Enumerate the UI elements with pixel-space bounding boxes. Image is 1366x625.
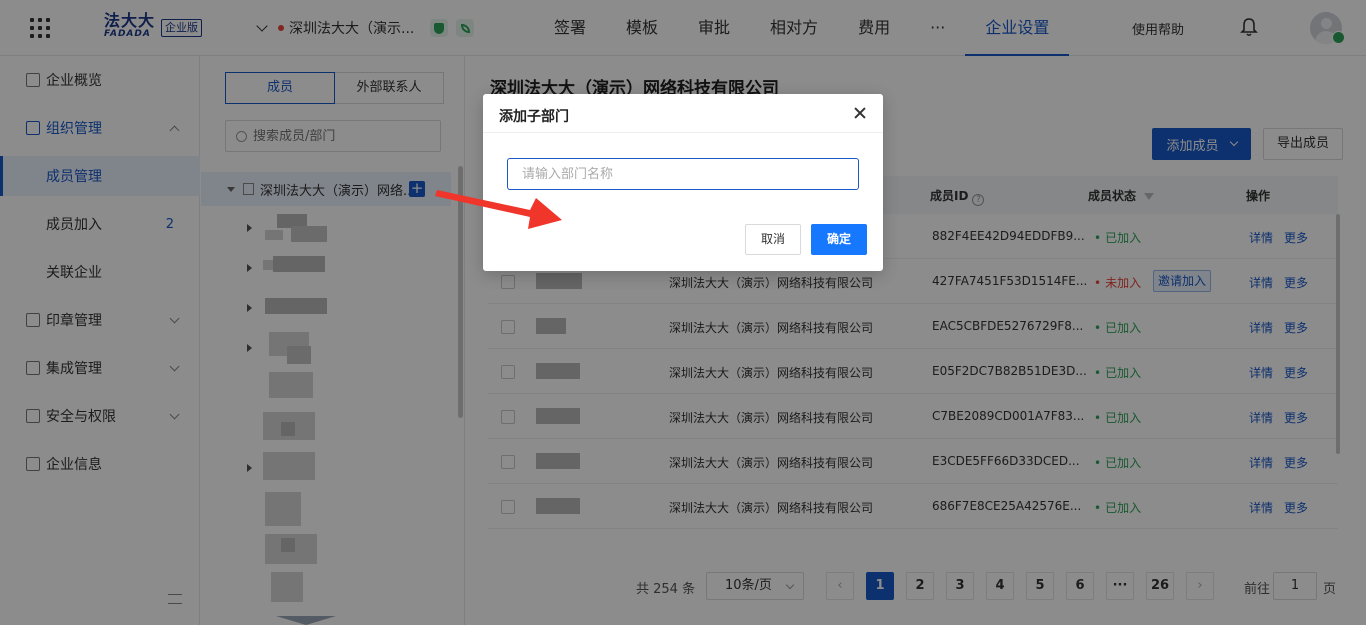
dialog-title: 添加子部门 xyxy=(499,109,569,125)
close-icon[interactable] xyxy=(851,104,869,122)
add-subdepartment-dialog: 添加子部门 取消 确定 xyxy=(483,94,883,271)
cancel-button[interactable]: 取消 xyxy=(745,224,801,255)
confirm-button[interactable]: 确定 xyxy=(811,224,867,255)
department-name-input[interactable] xyxy=(507,158,859,190)
dialog-header: 添加子部门 xyxy=(483,94,883,133)
